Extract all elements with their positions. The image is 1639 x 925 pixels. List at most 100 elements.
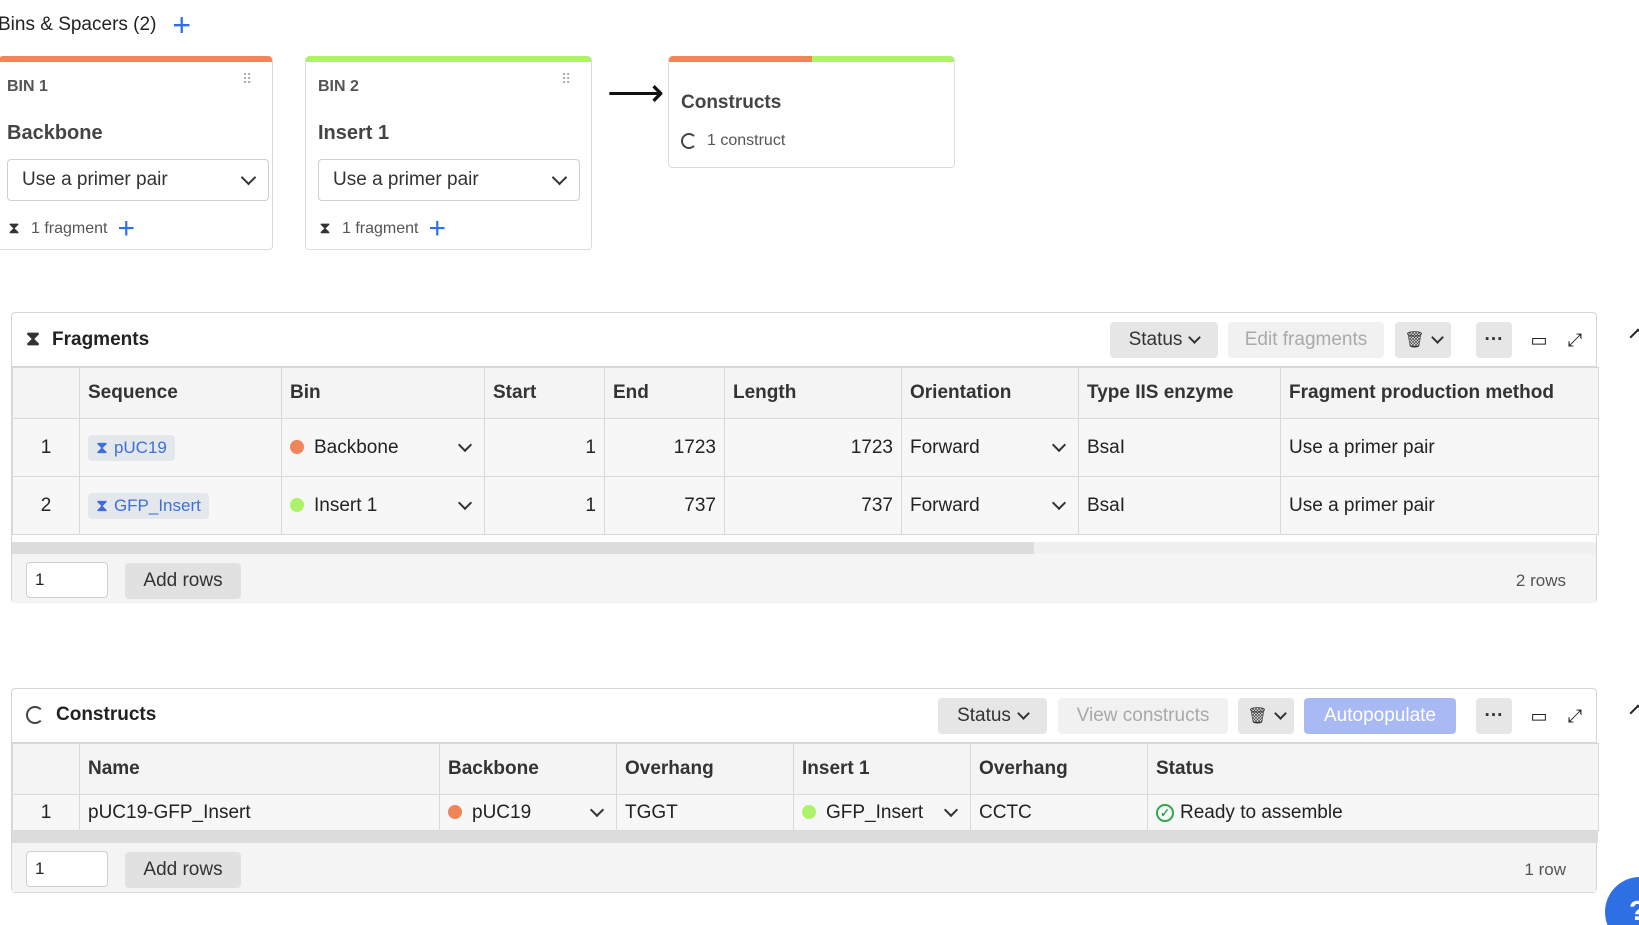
start-cell[interactable]: 1 — [484, 476, 605, 535]
column-header-sequence[interactable]: Sequence — [79, 367, 282, 419]
horizontal-scrollbar[interactable] — [12, 542, 1596, 554]
start-cell[interactable]: 1 — [484, 418, 605, 477]
constructs-table: Name Backbone Overhang Insert 1 Overhang… — [12, 743, 1599, 831]
construct-count-label: 1 construct — [707, 132, 786, 149]
scrollbar-thumb[interactable] — [12, 542, 1034, 554]
status-button-label: Status — [1128, 329, 1183, 350]
fragments-header-row: Sequence Bin Start End Length Orientatio… — [12, 367, 1599, 419]
row-count: 2 rows — [1515, 571, 1566, 590]
bin-card-1[interactable]: BIN 1 ⠿ Backbone Use a primer pair ⧗ 1 f… — [0, 56, 273, 250]
add-fragment-plus-icon[interactable]: + — [117, 214, 135, 244]
fragments-table: Sequence Bin Start End Length Orientatio… — [12, 367, 1599, 535]
column-header-orientation[interactable]: Orientation — [901, 367, 1079, 419]
collapse-chevron-up-icon[interactable] — [1629, 328, 1639, 346]
column-header-end[interactable]: End — [604, 367, 725, 419]
column-header-length[interactable]: Length — [724, 367, 902, 419]
bin-cell[interactable]: Backbone — [281, 418, 485, 477]
end-cell[interactable]: 737 — [604, 476, 725, 535]
constructs-more-button[interactable]: ··· — [1476, 698, 1512, 734]
constructs-card-count: 1 construct — [681, 132, 785, 150]
chevron-down-icon — [1051, 437, 1067, 452]
autopopulate-button[interactable]: Autopopulate — [1304, 698, 1456, 734]
drag-handle-icon[interactable]: ⠿ — [242, 72, 256, 86]
chevron-down-icon — [1051, 495, 1067, 510]
bin-card-2[interactable]: BIN 2 ⠿ Insert 1 Use a primer pair ⧗ 1 f… — [305, 56, 592, 250]
expand-icon[interactable]: ⤢ — [1564, 329, 1586, 351]
sequence-cell[interactable]: ⧗ GFP_Insert — [79, 476, 282, 535]
column-header-enzyme[interactable]: Type IIS enzyme — [1078, 367, 1281, 419]
constructs-card[interactable]: Constructs 1 construct — [668, 56, 955, 168]
end-cell[interactable]: 1723 — [604, 418, 725, 477]
bins-spacers-header: Bins & Spacers (2) + — [0, 9, 191, 41]
sequence-chip[interactable]: ⧗ pUC19 — [88, 434, 175, 461]
column-header-overhang-1[interactable]: Overhang — [616, 743, 794, 795]
dock-bottom-icon[interactable]: ▭ — [1528, 705, 1550, 727]
column-header-index — [12, 367, 80, 419]
overhang-cell: TGGT — [616, 794, 794, 831]
column-header-bin[interactable]: Bin — [281, 367, 485, 419]
fragments-status-button[interactable]: Status — [1110, 322, 1218, 358]
column-header-backbone[interactable]: Backbone — [439, 743, 617, 795]
backbone-cell[interactable]: pUC19 — [439, 794, 617, 831]
constructs-delete-button[interactable]: 🗑 — [1238, 698, 1294, 734]
table-row[interactable]: 2 ⧗ GFP_Insert Insert 1 1 737 737 Forwar… — [12, 476, 1599, 535]
chevron-down-icon — [1273, 707, 1287, 720]
row-index: 1 — [12, 794, 80, 831]
help-button[interactable]: ? — [1605, 877, 1639, 925]
length-cell: 737 — [724, 476, 902, 535]
add-rows-quantity-input[interactable]: 1 — [26, 562, 108, 598]
edit-fragments-button[interactable]: Edit fragments — [1228, 322, 1384, 358]
add-fragment-plus-icon[interactable]: + — [428, 214, 446, 244]
bin-method-select[interactable]: Use a primer pair — [7, 159, 269, 201]
insert-cell[interactable]: GFP_Insert — [793, 794, 971, 831]
fragments-footer: 1 Add rows 2 rows — [12, 554, 1596, 603]
column-header-status[interactable]: Status — [1147, 743, 1599, 795]
sequence-chip[interactable]: ⧗ GFP_Insert — [88, 492, 209, 519]
fragments-more-button[interactable]: ··· — [1476, 322, 1512, 358]
method-cell[interactable]: Use a primer pair — [1280, 418, 1599, 477]
collapse-chevron-up-icon[interactable] — [1629, 704, 1639, 722]
sequence-name: pUC19 — [113, 437, 167, 457]
bin-method-select[interactable]: Use a primer pair — [318, 159, 580, 201]
dock-bottom-icon[interactable]: ▭ — [1528, 329, 1550, 351]
hourglass-icon: ⧗ — [8, 220, 20, 237]
circular-construct-icon — [681, 133, 697, 149]
bin-cell[interactable]: Insert 1 — [281, 476, 485, 535]
drag-handle-icon[interactable]: ⠿ — [561, 72, 575, 86]
row-count: 1 row — [1524, 860, 1566, 879]
construct-name-cell[interactable]: pUC19-GFP_Insert — [79, 794, 440, 831]
fragments-panel: ⧗ Fragments Status Edit fragments 🗑 ··· … — [11, 312, 1639, 603]
table-row[interactable]: 1 pUC19-GFP_Insert pUC19 TGGT GFP_Insert… — [12, 794, 1599, 831]
column-header-method[interactable]: Fragment production method — [1280, 367, 1599, 419]
trash-icon: 🗑 — [1247, 708, 1268, 725]
orientation-cell[interactable]: Forward — [901, 476, 1079, 535]
column-header-start[interactable]: Start — [484, 367, 605, 419]
orientation-cell[interactable]: Forward — [901, 418, 1079, 477]
expand-icon[interactable]: ⤢ — [1564, 705, 1586, 727]
bin-label: BIN 1 — [7, 78, 48, 95]
add-rows-button[interactable]: Add rows — [125, 852, 241, 888]
constructs-status-button[interactable]: Status — [938, 698, 1047, 734]
enzyme-cell[interactable]: BsaI — [1078, 476, 1281, 535]
add-rows-quantity-input[interactable]: 1 — [26, 851, 108, 887]
status-button-label: Status — [957, 705, 1011, 726]
add-bin-plus-icon[interactable]: + — [172, 9, 191, 41]
column-header-name[interactable]: Name — [79, 743, 440, 795]
status-value: Ready to assemble — [1180, 802, 1343, 823]
scrollbar-thumb[interactable] — [12, 831, 1598, 843]
horizontal-scrollbar[interactable] — [12, 831, 1598, 843]
view-constructs-button[interactable]: View constructs — [1058, 698, 1228, 734]
enzyme-cell[interactable]: BsaI — [1078, 418, 1281, 477]
column-header-insert[interactable]: Insert 1 — [793, 743, 971, 795]
fragments-delete-button[interactable]: 🗑 — [1395, 322, 1451, 358]
sequence-cell[interactable]: ⧗ pUC19 — [79, 418, 282, 477]
method-cell[interactable]: Use a primer pair — [1280, 476, 1599, 535]
add-rows-button[interactable]: Add rows — [125, 563, 241, 599]
chevron-down-icon — [457, 495, 473, 510]
chevron-down-icon — [1017, 707, 1030, 720]
hourglass-icon: ⧗ — [319, 220, 331, 237]
bin-color-dot — [802, 804, 816, 819]
table-row[interactable]: 1 ⧗ pUC19 Backbone 1 1723 1723 Forward B… — [12, 418, 1599, 477]
constructs-card-title: Constructs — [681, 92, 782, 113]
column-header-overhang-2[interactable]: Overhang — [970, 743, 1148, 795]
